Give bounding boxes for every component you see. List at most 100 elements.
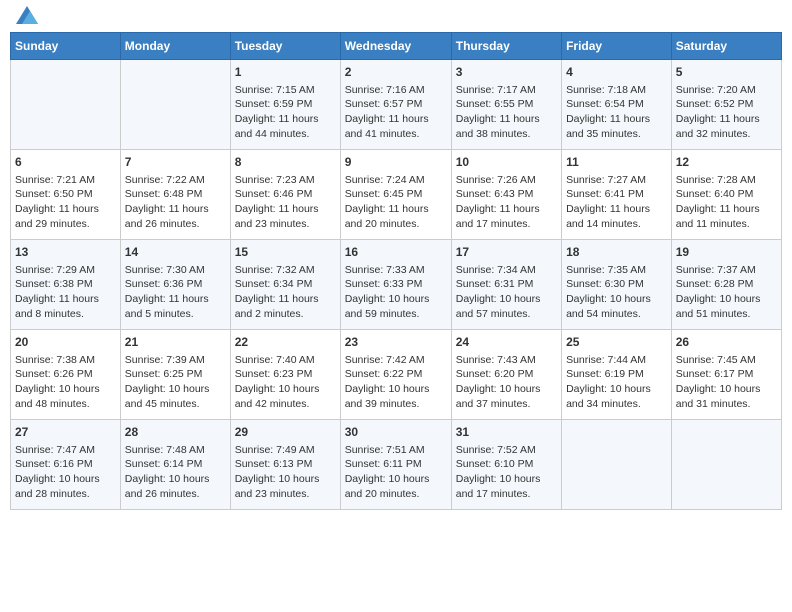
- day-content: Sunrise: 7:52 AM Sunset: 6:10 PM Dayligh…: [456, 443, 557, 502]
- day-header-friday: Friday: [562, 33, 672, 60]
- calendar-cell: 17 Sunrise: 7:34 AM Sunset: 6:31 PM Dayli…: [451, 240, 561, 330]
- day-number: 4: [566, 64, 667, 81]
- day-content: Sunrise: 7:29 AM Sunset: 6:38 PM Dayligh…: [15, 263, 116, 322]
- day-content: Sunrise: 7:26 AM Sunset: 6:43 PM Dayligh…: [456, 173, 557, 232]
- calendar-cell: 27Sunrise: 7:47 AM Sunset: 6:16 PM Dayli…: [11, 420, 121, 510]
- logo: [14, 10, 38, 24]
- day-content: Sunrise: 7:42 AM Sunset: 6:22 PM Dayligh…: [345, 353, 447, 412]
- calendar-cell: 1 Sunrise: 7:15 AM Sunset: 6:59 PM Daylig…: [230, 60, 340, 150]
- calendar-table: SundayMondayTuesdayWednesdayThursdayFrid…: [10, 32, 782, 510]
- day-content: Sunrise: 7:44 AM Sunset: 6:19 PM Dayligh…: [566, 353, 667, 412]
- calendar-cell: 2 Sunrise: 7:16 AM Sunset: 6:57 PM Daylig…: [340, 60, 451, 150]
- calendar-cell: [562, 420, 672, 510]
- day-number: 19: [676, 244, 777, 261]
- calendar-cell: 24 Sunrise: 7:43 AM Sunset: 6:20 PM Dayli…: [451, 330, 561, 420]
- day-number: 7: [125, 154, 226, 171]
- calendar-cell: 8 Sunrise: 7:23 AM Sunset: 6:46 PM Daylig…: [230, 150, 340, 240]
- calendar-cell: 29 Sunrise: 7:49 AM Sunset: 6:13 PM Dayli…: [230, 420, 340, 510]
- calendar-cell: 6 Sunrise: 7:21 AM Sunset: 6:50 PM Daylig…: [11, 150, 121, 240]
- calendar-cell: 25 Sunrise: 7:44 AM Sunset: 6:19 PM Dayli…: [562, 330, 672, 420]
- calendar-cell: 23 Sunrise: 7:42 AM Sunset: 6:22 PM Dayli…: [340, 330, 451, 420]
- day-number: 6: [15, 154, 116, 171]
- day-header-monday: Monday: [120, 33, 230, 60]
- day-number: 29: [235, 424, 336, 441]
- day-number: 15: [235, 244, 336, 261]
- calendar-week-5: 27Sunrise: 7:47 AM Sunset: 6:16 PM Dayli…: [11, 420, 782, 510]
- day-content: Sunrise: 7:22 AM Sunset: 6:48 PM Dayligh…: [125, 173, 226, 232]
- calendar-cell: 13 Sunrise: 7:29 AM Sunset: 6:38 PM Dayli…: [11, 240, 121, 330]
- day-content: Sunrise: 7:51 AM Sunset: 6:11 PM Dayligh…: [345, 443, 447, 502]
- day-content: Sunrise: 7:33 AM Sunset: 6:33 PM Dayligh…: [345, 263, 447, 322]
- day-number: 25: [566, 334, 667, 351]
- calendar-week-3: 13 Sunrise: 7:29 AM Sunset: 6:38 PM Dayli…: [11, 240, 782, 330]
- day-content: Sunrise: 7:27 AM Sunset: 6:41 PM Dayligh…: [566, 173, 667, 232]
- day-content: Sunrise: 7:21 AM Sunset: 6:50 PM Dayligh…: [15, 173, 116, 232]
- day-content: Sunrise: 7:16 AM Sunset: 6:57 PM Dayligh…: [345, 83, 447, 142]
- calendar-cell: 16Sunrise: 7:33 AM Sunset: 6:33 PM Dayli…: [340, 240, 451, 330]
- calendar-cell: 19Sunrise: 7:37 AM Sunset: 6:28 PM Dayli…: [671, 240, 781, 330]
- day-number: 31: [456, 424, 557, 441]
- page-header: [10, 10, 782, 24]
- day-content: Sunrise: 7:49 AM Sunset: 6:13 PM Dayligh…: [235, 443, 336, 502]
- calendar-cell: 21 Sunrise: 7:39 AM Sunset: 6:25 PM Dayli…: [120, 330, 230, 420]
- day-content: Sunrise: 7:28 AM Sunset: 6:40 PM Dayligh…: [676, 173, 777, 232]
- day-number: 20: [15, 334, 116, 351]
- day-header-thursday: Thursday: [451, 33, 561, 60]
- calendar-cell: 18Sunrise: 7:35 AM Sunset: 6:30 PM Dayli…: [562, 240, 672, 330]
- calendar-cell: 5Sunrise: 7:20 AM Sunset: 6:52 PM Daylig…: [671, 60, 781, 150]
- day-content: Sunrise: 7:23 AM Sunset: 6:46 PM Dayligh…: [235, 173, 336, 232]
- calendar-cell: 9 Sunrise: 7:24 AM Sunset: 6:45 PM Daylig…: [340, 150, 451, 240]
- day-content: Sunrise: 7:30 AM Sunset: 6:36 PM Dayligh…: [125, 263, 226, 322]
- day-number: 26: [676, 334, 777, 351]
- day-number: 11: [566, 154, 667, 171]
- day-number: 18: [566, 244, 667, 261]
- day-content: Sunrise: 7:45 AM Sunset: 6:17 PM Dayligh…: [676, 353, 777, 412]
- day-content: Sunrise: 7:24 AM Sunset: 6:45 PM Dayligh…: [345, 173, 447, 232]
- calendar-cell: 30 Sunrise: 7:51 AM Sunset: 6:11 PM Dayli…: [340, 420, 451, 510]
- day-content: Sunrise: 7:43 AM Sunset: 6:20 PM Dayligh…: [456, 353, 557, 412]
- day-content: Sunrise: 7:15 AM Sunset: 6:59 PM Dayligh…: [235, 83, 336, 142]
- day-number: 3: [456, 64, 557, 81]
- day-number: 2: [345, 64, 447, 81]
- day-content: Sunrise: 7:39 AM Sunset: 6:25 PM Dayligh…: [125, 353, 226, 412]
- calendar-cell: [120, 60, 230, 150]
- calendar-cell: [11, 60, 121, 150]
- day-number: 10: [456, 154, 557, 171]
- calendar-cell: 3Sunrise: 7:17 AM Sunset: 6:55 PM Daylig…: [451, 60, 561, 150]
- day-number: 9: [345, 154, 447, 171]
- day-number: 23: [345, 334, 447, 351]
- day-number: 1: [235, 64, 336, 81]
- day-content: Sunrise: 7:38 AM Sunset: 6:26 PM Dayligh…: [15, 353, 116, 412]
- calendar-cell: 7 Sunrise: 7:22 AM Sunset: 6:48 PM Daylig…: [120, 150, 230, 240]
- day-number: 30: [345, 424, 447, 441]
- calendar-cell: 26 Sunrise: 7:45 AM Sunset: 6:17 PM Dayli…: [671, 330, 781, 420]
- day-number: 12: [676, 154, 777, 171]
- day-content: Sunrise: 7:48 AM Sunset: 6:14 PM Dayligh…: [125, 443, 226, 502]
- calendar-cell: 11 Sunrise: 7:27 AM Sunset: 6:41 PM Dayli…: [562, 150, 672, 240]
- calendar-week-2: 6 Sunrise: 7:21 AM Sunset: 6:50 PM Daylig…: [11, 150, 782, 240]
- calendar-week-1: 1 Sunrise: 7:15 AM Sunset: 6:59 PM Daylig…: [11, 60, 782, 150]
- day-number: 22: [235, 334, 336, 351]
- day-number: 8: [235, 154, 336, 171]
- day-number: 13: [15, 244, 116, 261]
- calendar-cell: 28Sunrise: 7:48 AM Sunset: 6:14 PM Dayli…: [120, 420, 230, 510]
- calendar-cell: 12 Sunrise: 7:28 AM Sunset: 6:40 PM Dayli…: [671, 150, 781, 240]
- day-header-sunday: Sunday: [11, 33, 121, 60]
- calendar-header-row: SundayMondayTuesdayWednesdayThursdayFrid…: [11, 33, 782, 60]
- day-number: 24: [456, 334, 557, 351]
- calendar-cell: 4 Sunrise: 7:18 AM Sunset: 6:54 PM Daylig…: [562, 60, 672, 150]
- calendar-cell: 31 Sunrise: 7:52 AM Sunset: 6:10 PM Dayli…: [451, 420, 561, 510]
- calendar-cell: 14 Sunrise: 7:30 AM Sunset: 6:36 PM Dayli…: [120, 240, 230, 330]
- day-number: 21: [125, 334, 226, 351]
- calendar-cell: 10 Sunrise: 7:26 AM Sunset: 6:43 PM Dayli…: [451, 150, 561, 240]
- day-header-tuesday: Tuesday: [230, 33, 340, 60]
- day-content: Sunrise: 7:47 AM Sunset: 6:16 PM Dayligh…: [15, 443, 116, 502]
- day-content: Sunrise: 7:20 AM Sunset: 6:52 PM Dayligh…: [676, 83, 777, 142]
- calendar-cell: 15 Sunrise: 7:32 AM Sunset: 6:34 PM Dayli…: [230, 240, 340, 330]
- day-content: Sunrise: 7:18 AM Sunset: 6:54 PM Dayligh…: [566, 83, 667, 142]
- day-number: 14: [125, 244, 226, 261]
- day-number: 17: [456, 244, 557, 261]
- day-content: Sunrise: 7:32 AM Sunset: 6:34 PM Dayligh…: [235, 263, 336, 322]
- day-content: Sunrise: 7:34 AM Sunset: 6:31 PM Dayligh…: [456, 263, 557, 322]
- logo-icon: [16, 6, 38, 24]
